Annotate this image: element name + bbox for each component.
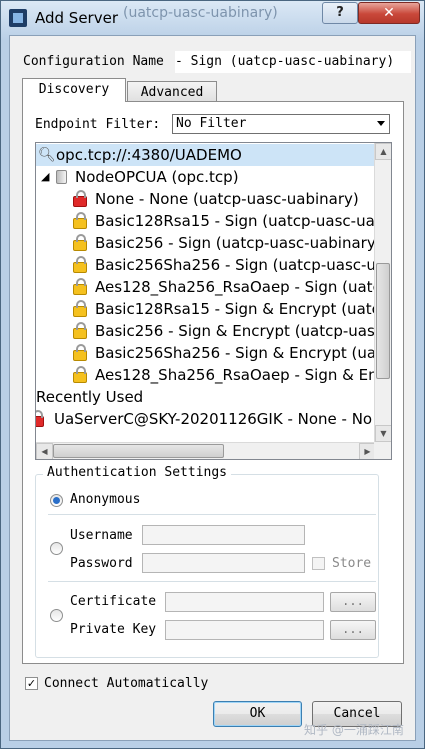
window-title: Add Server <box>35 9 118 27</box>
divider <box>48 514 376 515</box>
private-key-field[interactable] <box>165 620 324 640</box>
app-icon <box>9 9 27 27</box>
store-checkbox[interactable] <box>312 557 325 570</box>
background-window-title: (uatcp-uasc-uabinary) <box>123 5 278 21</box>
anonymous-label: Anonymous <box>70 492 141 507</box>
username-label: Username <box>70 528 133 543</box>
authentication-settings-legend: Authentication Settings <box>43 465 232 480</box>
lock-icon <box>73 366 87 383</box>
close-button[interactable]: ✕ <box>358 2 420 24</box>
connect-automatically-label: Connect Automatically <box>44 676 209 691</box>
scroll-left-icon[interactable]: ◀ <box>36 443 53 459</box>
ok-button[interactable]: OK <box>213 701 302 727</box>
title-bar[interactable]: (uatcp-uasc-uabinary) Add Server ? ✕ <box>1 1 424 35</box>
certificate-radio[interactable] <box>50 609 63 622</box>
certificate-browse-button[interactable]: ... <box>330 592 376 612</box>
watermark: 知乎 @一涌踩江南 <box>304 723 404 737</box>
tree-root-label: opc.tcp://:4380/UADEMO <box>56 146 242 164</box>
magnifier-icon: 🔍︎ <box>38 147 56 163</box>
tab-advanced[interactable]: Advanced <box>127 81 217 103</box>
endpoint-label: Basic128Rsa15 - Sign (uatcp-uasc-uab <box>95 212 376 230</box>
help-button[interactable]: ? <box>322 2 358 24</box>
endpoint-label: Basic128Rsa15 - Sign & Encrypt (uatcp <box>95 300 376 318</box>
password-field[interactable] <box>142 553 305 573</box>
endpoint-label: Basic256 - Sign & Encrypt (uatcp-uasc <box>95 322 376 340</box>
dialog-body: Configuration Name - Sign (uatcp-uasc-ua… <box>9 35 416 741</box>
configuration-name-label: Configuration Name <box>23 54 164 69</box>
horizontal-scroll-thumb[interactable] <box>53 444 224 458</box>
server-tree[interactable]: 🔍︎ opc.tcp://:4380/UADEMO ◢ NodeOPCUA (o… <box>35 142 392 460</box>
chevron-down-icon[interactable] <box>377 121 385 126</box>
anonymous-radio[interactable] <box>50 494 63 507</box>
endpoint-filter-value: No Filter <box>176 116 247 131</box>
private-key-label: Private Key <box>70 622 157 637</box>
endpoint-filter-select[interactable]: No Filter <box>172 114 390 134</box>
horizontal-scrollbar[interactable]: ◀ ▶ <box>36 442 376 459</box>
lock-icon <box>36 410 44 427</box>
private-key-browse-button[interactable]: ... <box>330 620 376 640</box>
lock-icon <box>73 234 87 251</box>
vertical-scrollbar[interactable]: ▲ ▼ <box>374 143 391 442</box>
scroll-up-icon[interactable]: ▲ <box>375 143 391 160</box>
configuration-name-field[interactable]: - Sign (uatcp-uasc-uabinary) <box>175 51 411 73</box>
endpoint-filter-label: Endpoint Filter: <box>35 117 161 132</box>
endpoint-label: Aes128_Sha256_RsaOaep - Sign & Enc <box>95 366 376 384</box>
collapse-icon[interactable]: ◢ <box>41 166 49 188</box>
lock-icon <box>73 344 87 361</box>
lock-icon <box>73 300 87 317</box>
endpoint-label: Basic256Sha256 - Sign & Encrypt (uat <box>95 344 376 362</box>
certificate-label: Certificate <box>70 594 157 609</box>
endpoint-label: None - None (uatcp-uasc-uabinary) <box>95 190 359 208</box>
endpoint-label: Basic256 - Sign (uatcp-uasc-uabinary) <box>95 234 376 252</box>
endpoint-label: Basic256Sha256 - Sign (uatcp-uasc-ua <box>95 256 376 274</box>
endpoint-label: Aes128_Sha256_RsaOaep - Sign (uatcp <box>95 278 376 296</box>
recent-server-label: UaServerC@SKY-20201126GIK - None - No <box>54 410 373 428</box>
certificate-field[interactable] <box>165 592 324 612</box>
lock-icon <box>73 322 87 339</box>
store-label: Store <box>332 556 372 571</box>
connect-automatically-checkbox[interactable]: ✓ <box>25 677 38 690</box>
tree-server-label: NodeOPCUA (opc.tcp) <box>75 168 239 186</box>
username-field[interactable] <box>142 525 305 545</box>
user-credentials-radio[interactable] <box>50 542 63 555</box>
lock-icon <box>73 278 87 295</box>
lock-icon <box>73 256 87 273</box>
scroll-corner <box>374 442 391 459</box>
server-icon <box>56 170 67 184</box>
add-server-window: (uatcp-uasc-uabinary) Add Server ? ✕ Con… <box>0 0 425 749</box>
recently-used-label: Recently Used <box>36 388 144 406</box>
password-label: Password <box>70 556 133 571</box>
lock-icon <box>73 190 87 207</box>
tree-root-item[interactable]: 🔍︎ opc.tcp://:4380/UADEMO <box>36 144 376 166</box>
vertical-scroll-thumb[interactable] <box>376 263 390 379</box>
divider <box>48 581 376 582</box>
scroll-down-icon[interactable]: ▼ <box>375 425 391 442</box>
lock-icon <box>73 212 87 229</box>
tab-discovery[interactable]: Discovery <box>22 78 126 102</box>
